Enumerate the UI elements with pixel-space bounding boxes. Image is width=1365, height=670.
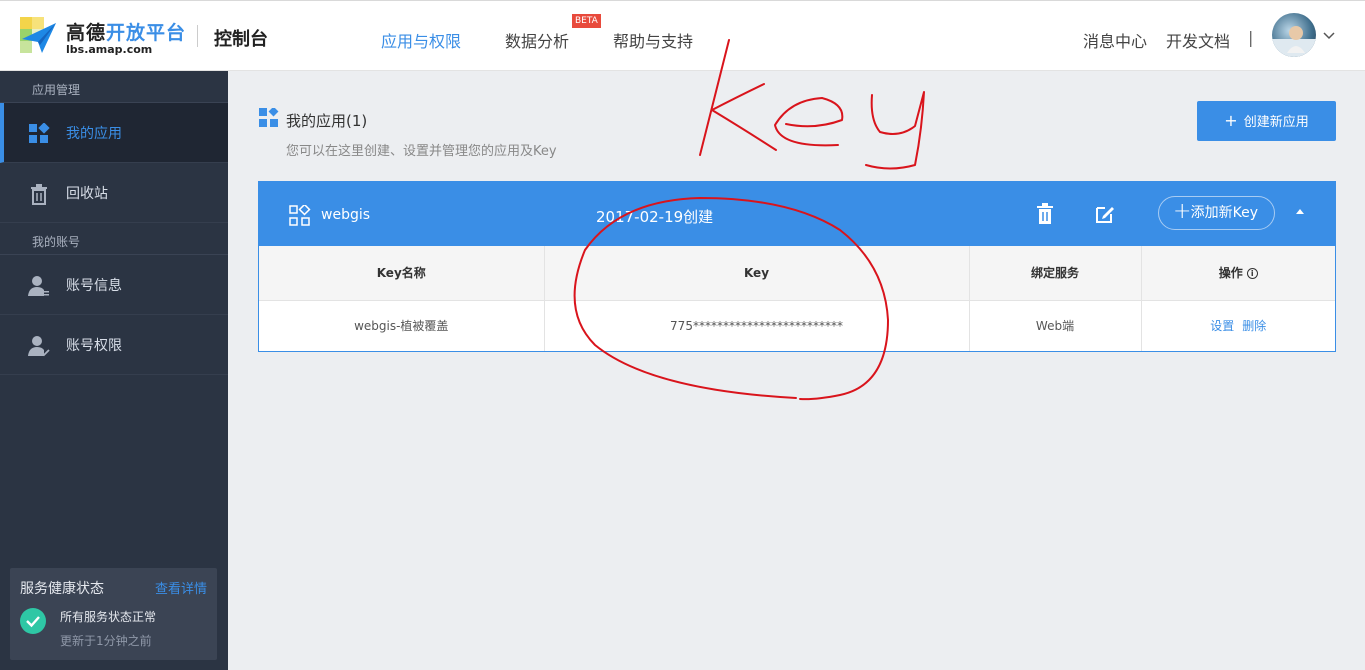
sidebar: 应用管理 我的应用 回收站 我的账号 账号信息 账号权限 服务健康状态 查看详情… (0, 71, 228, 670)
logo-main-text: 高德 (66, 22, 107, 44)
top-bar: 高德开放平台 lbs.amap.com 控制台 应用与权限 数据分析 BETA … (0, 0, 1365, 71)
sidebar-section-my-account: 我的账号 (0, 223, 228, 255)
service-health-panel: 服务健康状态 查看详情 所有服务状态正常 更新于1分钟之前 (10, 568, 217, 660)
logo-text[interactable]: 高德开放平台 lbs.amap.com (66, 18, 186, 56)
delete-icon[interactable] (1034, 203, 1056, 225)
trash-icon (31, 184, 47, 205)
chevron-down-icon[interactable] (1323, 29, 1335, 44)
col-key-name: Key名称 (259, 246, 545, 301)
sidebar-item-my-apps[interactable]: 我的应用 (0, 103, 228, 163)
logo-accent-text: 开放平台 (106, 22, 187, 44)
key-value-cell[interactable]: 775************************* (544, 300, 970, 351)
col-operations-label: 操作 (1218, 266, 1243, 281)
app-created-date: 2017-02-19创建 (596, 208, 714, 226)
edit-icon[interactable] (1094, 203, 1116, 225)
collapse-icon[interactable] (1296, 206, 1304, 217)
col-bound-service: 绑定服务 (969, 246, 1142, 301)
console-title[interactable]: 控制台 (214, 25, 268, 51)
key-name-cell: webgis-植被覆盖 (259, 300, 545, 351)
health-details-link[interactable]: 查看详情 (155, 578, 207, 597)
annotation-letter-e (774, 97, 844, 147)
annotation-letter-y (865, 91, 925, 170)
user-permission-icon (28, 336, 50, 357)
avatar[interactable] (1272, 13, 1316, 57)
separator: | (1248, 28, 1254, 47)
app-card-header: webgis 2017-02-19创建 + 添加新Key (259, 182, 1335, 246)
add-key-button[interactable]: + 添加新Key (1158, 196, 1275, 230)
sidebar-item-label: 账号权限 (66, 338, 122, 354)
delete-link[interactable]: 删除 (1242, 319, 1266, 333)
app-grid-icon (289, 205, 311, 226)
add-key-label: 添加新Key (1190, 205, 1258, 221)
info-icon[interactable]: i (1246, 268, 1258, 280)
sidebar-item-recycle-bin[interactable]: 回收站 (0, 163, 228, 223)
nav-help-support[interactable]: 帮助与支持 (613, 28, 693, 52)
create-app-label: 创建新应用 (1243, 115, 1309, 130)
table-row: webgis-植被覆盖 775*************************… (259, 300, 1335, 351)
table-header-row: Key名称 Key 绑定服务 操作 i (259, 246, 1335, 301)
avatar-image (1272, 26, 1316, 57)
plus-icon: + (1224, 111, 1238, 130)
message-center-link[interactable]: 消息中心 (1083, 28, 1147, 52)
health-title: 服务健康状态 (20, 581, 104, 597)
health-updated-text: 更新于1分钟之前 (60, 634, 152, 648)
plus-icon: + (1173, 199, 1192, 224)
user-info-icon (28, 276, 49, 296)
key-table: Key名称 Key 绑定服务 操作 i webgis-植被覆盖 775******… (259, 246, 1335, 351)
create-app-button[interactable]: + 创建新应用 (1197, 101, 1336, 141)
amap-logo[interactable] (18, 15, 58, 57)
col-key: Key (544, 246, 970, 301)
health-status-text: 所有服务状态正常 (60, 610, 157, 624)
col-operations: 操作 i (1141, 246, 1335, 301)
docs-link[interactable]: 开发文档 (1166, 28, 1230, 52)
app-card: webgis 2017-02-19创建 + 添加新Key Key名称 Key 绑… (258, 181, 1336, 352)
check-circle-icon (20, 608, 46, 634)
beta-badge: BETA (572, 14, 601, 28)
sidebar-item-label: 账号信息 (66, 278, 122, 294)
sidebar-item-account-info[interactable]: 账号信息 (0, 255, 228, 315)
apps-icon (259, 108, 279, 127)
app-name: webgis (321, 207, 371, 223)
sidebar-item-account-permissions[interactable]: 账号权限 (0, 315, 228, 375)
page-title: 我的应用(1) (286, 112, 368, 130)
page-subtitle: 您可以在这里创建、设置并管理您的应用及Key (286, 144, 557, 159)
apps-icon (29, 123, 50, 143)
operations-cell: 设置 删除 (1141, 300, 1335, 351)
sidebar-section-app-management: 应用管理 (0, 71, 228, 103)
nav-data-analysis[interactable]: 数据分析 (505, 28, 569, 52)
sidebar-item-label: 我的应用 (66, 126, 122, 142)
nav-apps-permissions[interactable]: 应用与权限 (381, 28, 461, 52)
sidebar-item-label: 回收站 (66, 186, 108, 202)
divider (197, 25, 198, 47)
settings-link[interactable]: 设置 (1210, 319, 1234, 333)
service-cell: Web端 (969, 300, 1142, 351)
